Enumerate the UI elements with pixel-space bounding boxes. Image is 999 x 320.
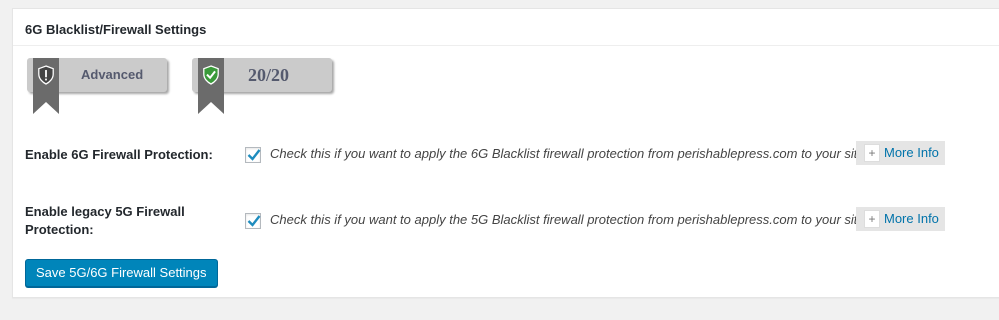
plus-icon: + (864, 143, 880, 162)
security-score-badge: 20/20 (192, 58, 332, 114)
panel-title: 6G Blacklist/Firewall Settings (13, 9, 999, 46)
more-info-6g-button[interactable]: + More Info (856, 141, 945, 165)
more-info-label: More Info (884, 145, 939, 160)
security-score-label: 20/20 (248, 65, 290, 85)
shield-check-icon (203, 65, 219, 85)
enable-6g-firewall-label: Enable 6G Firewall Protection: (25, 147, 213, 162)
checkmark-icon (247, 215, 261, 227)
save-firewall-settings-button[interactable]: Save 5G/6G Firewall Settings (25, 259, 218, 287)
enable-5g-firewall-checkbox[interactable] (245, 213, 261, 229)
enable-5g-firewall-label: Enable legacy 5G Firewall Protection: (25, 204, 185, 237)
more-info-5g-button[interactable]: + More Info (856, 207, 945, 231)
checkmark-icon (247, 149, 261, 161)
shield-warning-icon (38, 65, 54, 85)
plus-icon: + (864, 209, 880, 228)
enable-5g-firewall-description: Check this if you want to apply the 5G B… (270, 212, 869, 227)
firewall-settings-panel: 6G Blacklist/Firewall Settings Advanced … (12, 8, 999, 298)
security-level-label: Advanced (81, 67, 144, 82)
enable-6g-firewall-checkbox[interactable] (245, 147, 261, 163)
more-info-label: More Info (884, 211, 939, 226)
security-level-badge: Advanced (27, 58, 167, 114)
enable-6g-firewall-description: Check this if you want to apply the 6G B… (270, 146, 869, 161)
